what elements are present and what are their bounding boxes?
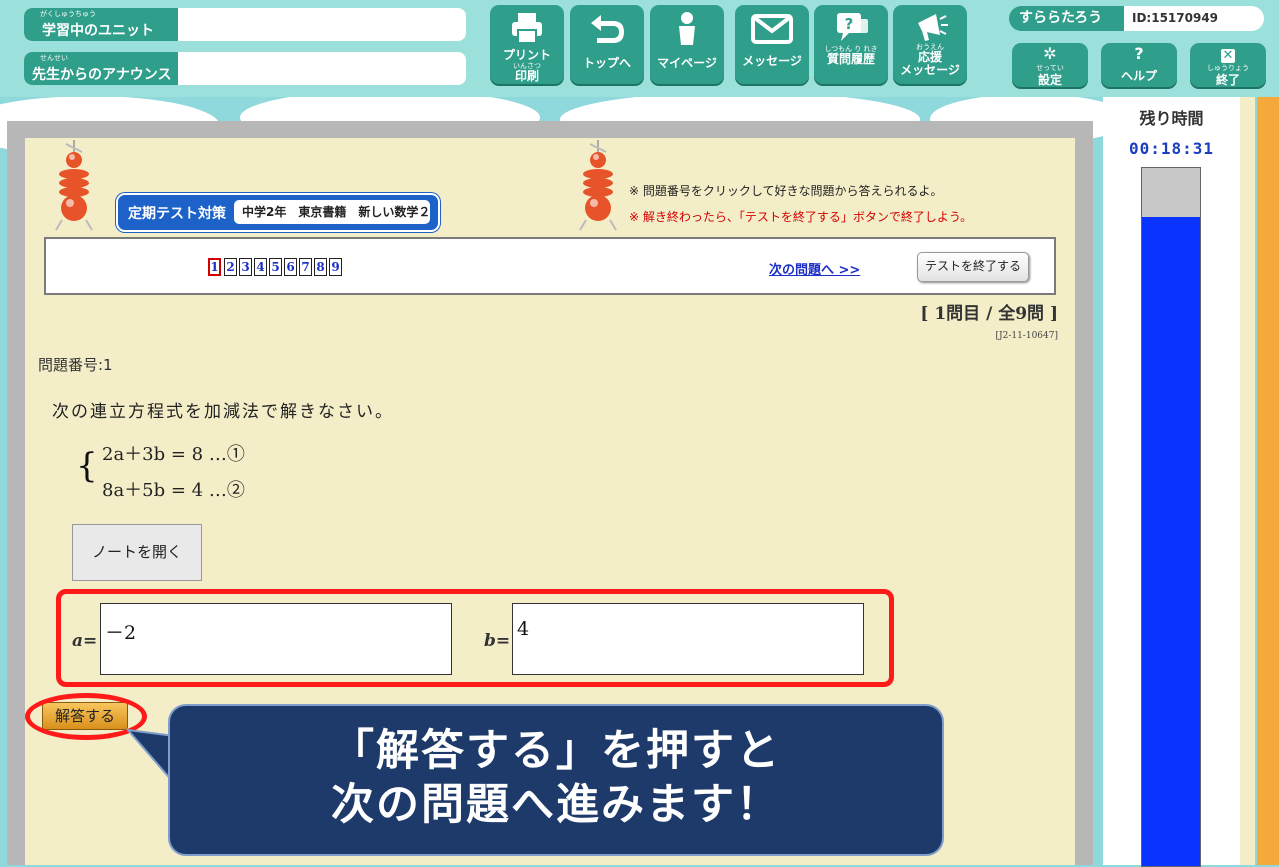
announcement-box: せんせい 先生からのアナウンス: [24, 52, 466, 85]
current-unit-box: がくしゅうちゅう 学習中のユニット: [24, 8, 466, 41]
question-history-label: 質問履歴: [826, 52, 875, 66]
cheer-label-kanji: 応援: [917, 50, 942, 64]
question-number-link[interactable]: 9: [329, 258, 342, 276]
return-arrow-icon: [570, 11, 644, 47]
time-remaining-bar: [1141, 167, 1201, 867]
test-badge-detail: 中学2年 東京書籍 新しい数学２: [234, 200, 430, 224]
question-mark-icon: ?: [1134, 44, 1144, 63]
help-label: ヘルプ: [1120, 69, 1157, 83]
settings-button[interactable]: ✲ せってい 設定: [1012, 43, 1088, 87]
announcement-ruby: せんせい: [40, 54, 68, 62]
time-remaining-fill: [1142, 216, 1200, 866]
question-number-link[interactable]: 5: [269, 258, 282, 276]
top-header: がくしゅうちゅう 学習中のユニット せんせい 先生からのアナウンス プリント いん…: [0, 0, 1279, 97]
announcement-text: 先生からのアナウンス: [32, 67, 172, 83]
question-number-label: 問題番号:1: [38, 356, 113, 374]
announcement-label: せんせい 先生からのアナウンス: [24, 52, 178, 85]
question-counter: [ 1問目 / 全9問 ]: [920, 304, 1058, 324]
question-navigation: [44, 237, 1056, 295]
timer-value: 00:18:31: [1128, 139, 1215, 158]
question-number-link[interactable]: 6: [284, 258, 297, 276]
finish-note: ※ 解き終わったら、「テストを終了する」ボタンで終了しよう。: [629, 210, 973, 224]
callout-line-1: 「解答する」を押すと: [331, 726, 781, 776]
exit-label: 終了: [1215, 73, 1240, 87]
gear-icon: ✲: [1043, 44, 1057, 63]
cheer-label: メッセージ: [900, 63, 960, 77]
end-test-button[interactable]: テストを終了する: [917, 252, 1029, 282]
megaphone-icon: [893, 11, 967, 47]
equation-1: 2a＋3b = 8 …①: [102, 444, 245, 465]
top-page-label: トップへ: [582, 56, 631, 70]
side-strip-orange: [1257, 97, 1279, 865]
question-text: 次の連立方程式を加減法で解きなさい。: [52, 402, 394, 422]
question-history-button[interactable]: ? しつもん り れき 質問履歴: [814, 5, 888, 84]
callout-bubble: 「解答する」を押すと 次の問題へ進みます！: [168, 704, 944, 856]
equation-2: 8a＋5b = 4 …②: [102, 480, 245, 501]
timer-sidebar: 残り時間 00:18:31: [1103, 97, 1240, 867]
person-icon: [650, 11, 724, 47]
message-label: メッセージ: [742, 54, 802, 68]
settings-label: 設定: [1037, 73, 1062, 87]
exit-button[interactable]: ✕ しゅうりょう 終了: [1190, 43, 1266, 87]
printer-icon: [490, 11, 564, 47]
message-button[interactable]: メッセージ: [735, 5, 809, 84]
side-strip: [1240, 97, 1255, 865]
mypage-label: マイページ: [657, 56, 717, 70]
top-page-button[interactable]: トップへ: [570, 5, 644, 84]
current-unit-text: 学習中のユニット: [42, 23, 154, 39]
spring-decoration-icon: [579, 140, 617, 231]
next-question-link[interactable]: 次の問題へ >>: [769, 259, 860, 278]
question-number-link[interactable]: 8: [314, 258, 327, 276]
callout-line-2: 次の問題へ進みます！: [331, 780, 781, 830]
close-icon: ✕: [1221, 48, 1235, 63]
question-chat-icon: ?: [814, 11, 888, 47]
timer-title: 残り時間: [1139, 109, 1204, 128]
question-code: [J2-11-10647]: [995, 331, 1058, 341]
test-badge: 定期テスト対策 中学2年 東京書籍 新しい数学２: [116, 193, 440, 232]
svg-text:?: ?: [845, 15, 854, 33]
help-button[interactable]: ? ヘルプ: [1101, 43, 1177, 87]
user-id: ID:15170949: [1124, 6, 1264, 31]
answer-highlight-box: [56, 589, 894, 687]
open-note-button[interactable]: ノートを開く: [72, 524, 202, 581]
question-number-link[interactable]: 1: [208, 258, 221, 276]
current-unit-ruby: がくしゅうちゅう: [40, 10, 96, 18]
question-number-link[interactable]: 2: [224, 258, 237, 276]
instruction-note: ※ 問題番号をクリックして好きな問題から答えられるよ。: [629, 184, 943, 198]
spring-decoration-icon: [55, 140, 93, 231]
envelope-icon: [735, 11, 809, 47]
brace-icon: {: [76, 446, 98, 486]
question-number-link[interactable]: 3: [239, 258, 252, 276]
question-number-link[interactable]: 4: [254, 258, 267, 276]
user-name: すららたろう: [1009, 6, 1124, 31]
test-badge-title: 定期テスト対策: [128, 206, 226, 222]
current-unit-label: がくしゅうちゅう 学習中のユニット: [24, 8, 178, 41]
print-button[interactable]: プリント いんさつ 印刷: [490, 5, 564, 84]
mypage-button[interactable]: マイページ: [650, 5, 724, 84]
question-number-link[interactable]: 7: [299, 258, 312, 276]
print-label-kanji: 印刷: [514, 69, 539, 83]
print-label: プリント: [502, 48, 551, 62]
cheer-message-button[interactable]: おうえん 応援 メッセージ: [893, 5, 967, 84]
